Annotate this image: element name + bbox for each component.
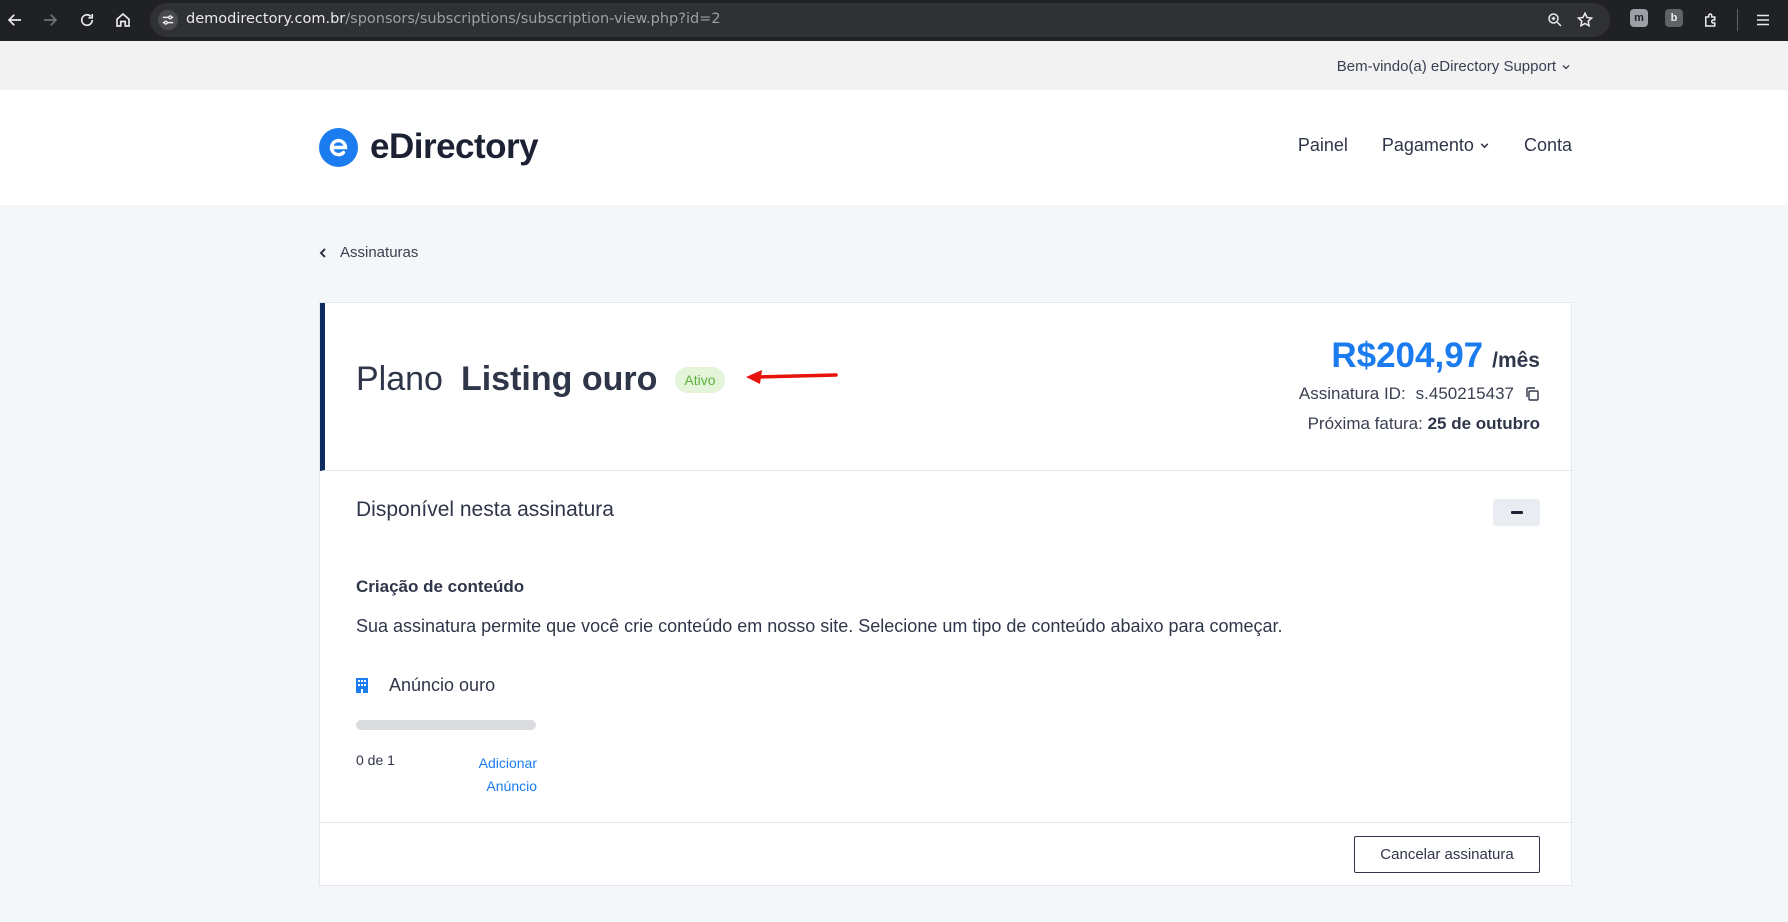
building-icon	[356, 678, 368, 693]
toolbar-divider	[1737, 9, 1738, 31]
annotation-arrow-icon	[746, 370, 838, 384]
site-info-icon[interactable]	[158, 10, 178, 30]
breadcrumb-label: Assinaturas	[340, 244, 419, 261]
browser-toolbar: demodirectory.com.br/sponsors/subscripti…	[0, 0, 1788, 41]
subscription-id-label: Assinatura ID:	[1298, 384, 1406, 403]
breadcrumb[interactable]: Assinaturas	[318, 244, 418, 261]
nav-label: Pagamento	[1381, 135, 1474, 155]
url-text[interactable]: demodirectory.com.br/sponsors/subscripti…	[186, 11, 721, 27]
logo-mark-icon	[319, 127, 358, 167]
content-description: Sua assinatura permite que você crie con…	[356, 616, 1283, 636]
minus-icon	[1510, 511, 1523, 514]
price-period: /mês	[1492, 349, 1540, 372]
next-invoice-date: 25 de outubro	[1427, 414, 1540, 433]
forward-icon[interactable]	[36, 6, 64, 34]
home-icon[interactable]	[109, 6, 137, 34]
user-menu[interactable]: Bem-vindo(a) eDirectory Support	[1337, 58, 1571, 75]
chevron-left-icon	[319, 247, 326, 258]
profile-icon[interactable]	[1752, 9, 1774, 31]
cancel-subscription-button[interactable]: Cancelar assinatura	[1354, 836, 1540, 873]
subscription-id: Assinatura ID: s.450215437	[1299, 384, 1540, 404]
logo-text: eDirectory	[370, 127, 539, 166]
plan-label: Plano	[356, 360, 443, 398]
zoom-icon[interactable]	[1544, 9, 1566, 31]
welcome-text: Bem-vindo(a) eDirectory Support	[1336, 58, 1556, 75]
address-bar[interactable]: demodirectory.com.br/sponsors/subscripti…	[150, 3, 1610, 37]
bookmark-star-icon[interactable]	[1574, 9, 1596, 31]
plan-title: Plano Listing ouro Ativo	[356, 360, 725, 399]
content-type-item: Anúncio ouro	[356, 675, 495, 696]
plan-name: Listing ouro	[460, 360, 658, 398]
content-type-label: Anúncio ouro	[389, 675, 496, 695]
section-title: Disponível nesta assinatura	[356, 498, 614, 521]
user-bar: Bem-vindo(a) eDirectory Support	[0, 41, 1788, 90]
main-nav: Painel Pagamento Conta	[1298, 135, 1572, 156]
nav-label: Conta	[1523, 135, 1572, 155]
nav-painel[interactable]: Painel	[1298, 135, 1348, 156]
usage-progress-bar	[356, 720, 536, 730]
collapse-button[interactable]	[1493, 499, 1540, 526]
next-invoice: Próxima fatura: 25 de outubro	[1299, 414, 1540, 434]
usage-count: 0 de 1	[356, 752, 395, 768]
next-invoice-label: Próxima fatura:	[1307, 414, 1423, 433]
subscription-id-value: s.450215437	[1415, 384, 1514, 403]
chevron-down-icon	[1480, 143, 1489, 149]
back-icon[interactable]	[1, 6, 29, 34]
nav-pagamento[interactable]: Pagamento	[1382, 135, 1490, 156]
content-heading: Criação de conteúdo	[356, 577, 525, 596]
price-block: R$204,97 /mês Assinatura ID: s.450215437…	[1299, 336, 1540, 434]
site-header: eDirectory Painel Pagamento Conta	[0, 90, 1788, 205]
extension-b-icon[interactable]: b	[1665, 9, 1683, 27]
status-badge: Ativo	[675, 366, 725, 393]
extensions-puzzle-icon[interactable]	[1700, 9, 1722, 31]
copy-icon[interactable]	[1524, 386, 1540, 402]
price: R$204,97	[1331, 336, 1484, 375]
subscription-header: Plano Listing ouro Ativo R$204,97 /mês A…	[320, 303, 1571, 471]
nav-conta[interactable]: Conta	[1524, 135, 1572, 156]
subscription-card: Plano Listing ouro Ativo R$204,97 /mês A…	[319, 302, 1572, 886]
logo[interactable]: eDirectory	[319, 127, 539, 167]
card-footer-divider	[320, 822, 1571, 823]
nav-label: Painel	[1297, 135, 1348, 155]
reload-icon[interactable]	[73, 6, 101, 34]
extension-m-icon[interactable]: m	[1630, 9, 1648, 27]
add-listing-link[interactable]: Adicionar Anúncio	[463, 752, 537, 798]
chevron-down-icon	[1562, 64, 1570, 69]
